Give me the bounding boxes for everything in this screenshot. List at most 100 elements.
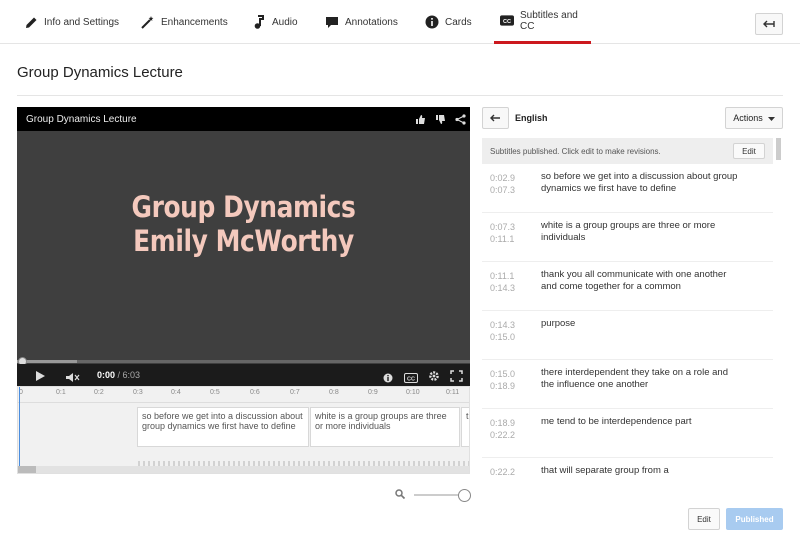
video-frame: Group Dynamics Emily McWorthy	[17, 131, 470, 371]
zoom-slider-handle[interactable]	[458, 488, 471, 502]
svg-text:CC: CC	[503, 19, 511, 25]
thumbs-down-icon[interactable]	[435, 112, 446, 130]
status-text: Subtitles published. Click edit to make …	[490, 146, 661, 156]
pencil-icon	[24, 15, 38, 29]
time-display: 0:00 / 6:03	[97, 370, 140, 380]
caption-start: 0:18.9	[490, 418, 516, 428]
caption-text: white is a group groups are three or mor…	[541, 220, 716, 243]
caption-text: me tend to be interdependence part	[541, 416, 692, 427]
actions-dropdown[interactable]: Actions	[725, 107, 783, 129]
status-edit-button[interactable]: Edit	[733, 143, 765, 159]
caption-start: 0:11.1	[490, 271, 515, 281]
language-name: English	[515, 113, 548, 123]
caption-end: 0:07.3	[490, 185, 516, 195]
published-button[interactable]: Published	[726, 508, 783, 530]
caption-times: 0:18.9 0:22.2	[490, 417, 515, 441]
caption-text: thank you all communicate with one anoth…	[541, 269, 727, 292]
tick-label: 0:1	[56, 389, 66, 396]
tab-bar: Info and Settings Enhancements Audio Ann…	[0, 0, 800, 44]
fullscreen-icon[interactable]	[450, 369, 463, 387]
timeline-caption-block[interactable]: t	[461, 407, 469, 447]
caption-times: 0:07.3 0:11.1	[490, 221, 515, 245]
tab-info-and-settings[interactable]: Info and Settings	[24, 0, 119, 44]
tick-label: 0:11	[446, 389, 460, 396]
caption-row[interactable]: 0:22.2 that will separate group from a	[482, 458, 773, 478]
actions-label: Actions	[733, 113, 763, 123]
timeline-ruler: 0 0:1 0:2 0:3 0:4 0:5 0:6 0:7 0:8 0:9 0:…	[18, 387, 469, 403]
video-player[interactable]: Group Dynamics Lecture Group Dynamics Em…	[17, 107, 470, 386]
timeline-caption-block[interactable]: white is a group groups are three or mor…	[310, 407, 460, 447]
caption-row[interactable]: 0:11.1 0:14.3 thank you all communicate w…	[482, 262, 773, 311]
share-icon[interactable]	[455, 112, 466, 130]
progress-bar[interactable]	[17, 357, 470, 366]
tick-label: 0:8	[329, 389, 339, 396]
caption-end: 0:22.2	[490, 430, 516, 440]
caption-end: 0:15.0	[490, 332, 516, 342]
player-controls: 0:00 / 6:03 CC	[17, 364, 470, 386]
tab-label: Enhancements	[161, 16, 228, 28]
zoom-icon	[395, 486, 406, 504]
back-arrow-icon	[763, 15, 775, 33]
tick-label: 0:10	[406, 389, 420, 396]
caption-times: 0:02.9 0:07.3	[490, 172, 515, 196]
caption-start: 0:22.2	[490, 467, 516, 477]
info-circle-icon	[425, 15, 439, 29]
tab-annotations[interactable]: Annotations	[325, 0, 398, 44]
caption-row[interactable]: 0:15.0 0:18.9 there interdependent they t…	[482, 360, 773, 409]
play-icon[interactable]	[35, 369, 46, 387]
tick-label: 0:7	[290, 389, 300, 396]
caption-start: 0:14.3	[490, 320, 516, 330]
caption-times: 0:11.1 0:14.3	[490, 270, 515, 294]
caption-row[interactable]: 0:18.9 0:22.2 me tend to be interdependen…	[482, 409, 773, 458]
thumbs-up-icon[interactable]	[415, 112, 426, 130]
zoom-slider-track[interactable]	[414, 494, 464, 496]
tab-label: Subtitles and CC	[520, 9, 578, 32]
back-button[interactable]	[755, 13, 783, 35]
tick-label: 0:4	[171, 389, 181, 396]
playhead[interactable]	[19, 387, 20, 467]
speech-bubble-icon	[325, 15, 339, 29]
tick-label: 0:2	[94, 389, 104, 396]
caption-row[interactable]: 0:14.3 0:15.0 purpose	[482, 311, 773, 360]
timeline-caption-block[interactable]: so before we get into a discussion about…	[137, 407, 309, 447]
caption-times: 0:14.3 0:15.0	[490, 319, 515, 343]
caption-text: purpose	[541, 318, 576, 329]
caption-start: 0:15.0	[490, 369, 516, 379]
caption-text: there interdependent they take on a role…	[541, 367, 728, 390]
caption-end: 0:11.1	[490, 234, 515, 244]
tab-cards[interactable]: Cards	[425, 0, 472, 44]
divider	[17, 95, 783, 96]
tab-label: Audio	[272, 16, 298, 28]
tab-label: Cards	[445, 16, 472, 28]
tab-subtitles-and-cc[interactable]: CC Subtitles and CC	[494, 0, 591, 44]
scrollbar-thumb[interactable]	[18, 466, 36, 473]
tab-label: Annotations	[345, 16, 398, 28]
settings-gear-icon[interactable]	[428, 369, 440, 387]
caption-end: 0:14.3	[490, 283, 516, 293]
edit-button[interactable]: Edit	[688, 508, 720, 530]
caption-list-scrollbar[interactable]	[776, 138, 782, 478]
magic-wand-icon	[141, 15, 155, 29]
player-title: Group Dynamics Lecture	[26, 114, 137, 125]
tab-label: Info and Settings	[44, 16, 120, 28]
page-title: Group Dynamics Lecture	[17, 64, 183, 81]
caption-end: 0:18.9	[490, 381, 516, 391]
scrollbar-thumb[interactable]	[776, 138, 781, 160]
caption-list: 0:02.9 0:07.3 so before we get into a dis…	[482, 164, 773, 478]
caption-row[interactable]: 0:02.9 0:07.3 so before we get into a dis…	[482, 164, 773, 213]
tab-audio[interactable]: Audio	[252, 0, 298, 44]
tick-label: 0:5	[210, 389, 220, 396]
caret-down-icon	[767, 113, 775, 123]
caption-start: 0:07.3	[490, 222, 516, 232]
tab-enhancements[interactable]: Enhancements	[141, 0, 228, 44]
music-note-icon	[252, 15, 266, 29]
tick-label: 0:3	[133, 389, 143, 396]
caption-row[interactable]: 0:07.3 0:11.1 white is a group groups are…	[482, 213, 773, 262]
timeline-scrollbar[interactable]	[18, 466, 469, 473]
publish-status-bar: Subtitles published. Click edit to make …	[482, 138, 773, 164]
caption-text: so before we get into a discussion about…	[541, 171, 738, 194]
caption-times: 0:15.0 0:18.9	[490, 368, 515, 392]
language-back-button[interactable]	[482, 107, 509, 129]
timeline-zoom	[395, 486, 471, 504]
caption-timeline[interactable]: 0 0:1 0:2 0:3 0:4 0:5 0:6 0:7 0:8 0:9 0:…	[17, 386, 470, 474]
